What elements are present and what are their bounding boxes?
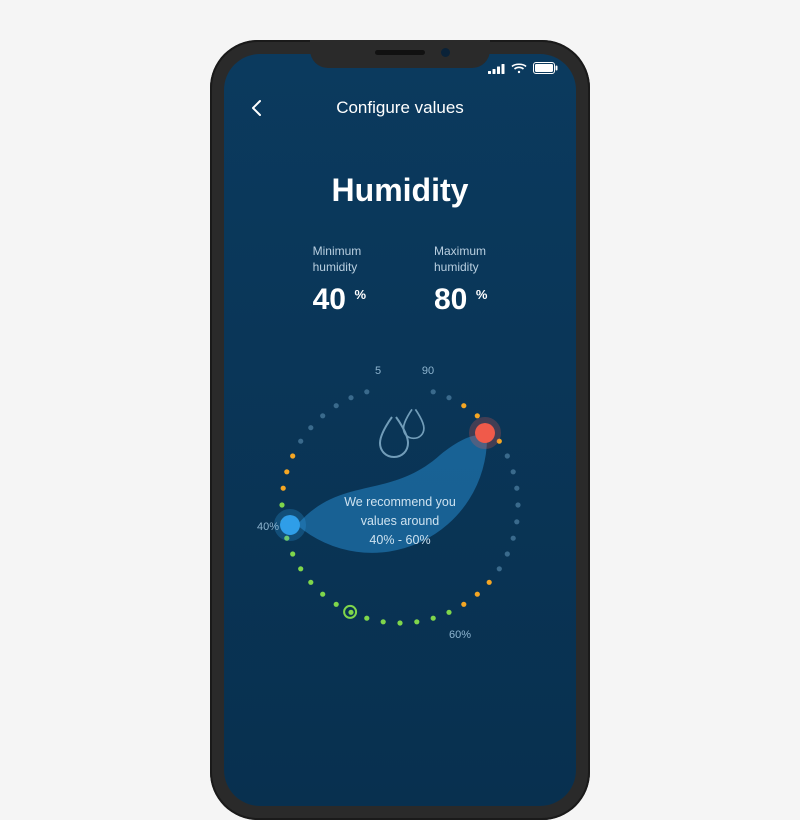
dial-dot: [284, 470, 289, 475]
dial-dot: [334, 602, 339, 607]
dial-dot: [334, 403, 339, 408]
status-bar: [488, 62, 558, 74]
dial-dot: [511, 536, 516, 541]
min-humidity-label: Minimum humidity: [313, 243, 366, 275]
dial-dot: [381, 620, 386, 625]
dial-dot: [511, 470, 516, 475]
dial-dot: [320, 592, 325, 597]
header-title: Configure values: [268, 98, 532, 118]
dial-dot: [505, 454, 510, 459]
max-humidity-block: Maximum humidity 80 %: [434, 243, 487, 317]
dial-dot: [298, 567, 303, 572]
signal-icon: [488, 63, 505, 74]
dial-dot: [348, 395, 353, 400]
dial-dot: [461, 602, 466, 607]
wifi-icon: [511, 63, 527, 74]
dial-dot: [364, 390, 369, 395]
humidity-dial[interactable]: 5 90 40% 60% We recommend you values aro…: [250, 345, 550, 645]
dial-dot: [514, 520, 519, 525]
max-handle[interactable]: [475, 423, 495, 443]
dial-dot: [281, 486, 286, 491]
dial-dot: [475, 592, 480, 597]
dial-dot: [446, 395, 451, 400]
phone-notch: [310, 40, 490, 68]
dial-dot: [397, 621, 402, 626]
dial-dot: [308, 580, 313, 585]
dial-dot: [497, 567, 502, 572]
dial-dot: [431, 616, 436, 621]
page-title: Humidity: [224, 172, 576, 209]
min-humidity-value: 40: [313, 283, 346, 317]
dial-dot: [320, 414, 325, 419]
max-humidity-label: Maximum humidity: [434, 243, 487, 275]
dial-dot: [364, 616, 369, 621]
recommend-line3: 40% - 60%: [310, 531, 490, 550]
recommend-line2: values around: [310, 512, 490, 531]
dial-tick-60: 60%: [449, 629, 471, 641]
min-handle[interactable]: [280, 515, 300, 535]
dial-dot: [290, 454, 295, 459]
dial-tick-40: 40%: [257, 521, 279, 533]
dial-dot: [515, 503, 520, 508]
dial-dot: [446, 610, 451, 615]
dial-dot: [461, 403, 466, 408]
dial-dot: [505, 552, 510, 557]
recommend-text: We recommend you values around 40% - 60%: [310, 493, 490, 549]
dial-tick-5: 5: [375, 365, 381, 377]
min-humidity-block: Minimum humidity 40 %: [313, 243, 366, 317]
phone-screen: Configure values Humidity Minimum humidi…: [224, 54, 576, 806]
dial-dot: [298, 439, 303, 444]
max-humidity-value: 80: [434, 283, 467, 317]
min-humidity-unit: %: [354, 287, 366, 302]
dial-dot: [290, 552, 295, 557]
dial-tick-90: 90: [422, 365, 434, 377]
dial-dot: [414, 620, 419, 625]
max-humidity-unit: %: [476, 287, 488, 302]
recommend-line1: We recommend you: [310, 493, 490, 512]
dial-dot: [475, 414, 480, 419]
phone-frame: Configure values Humidity Minimum humidi…: [210, 40, 590, 820]
dial-dot: [514, 486, 519, 491]
dial-dot: [308, 425, 313, 430]
dial-dot: [487, 580, 492, 585]
battery-icon: [533, 62, 558, 74]
dial-dot: [348, 610, 353, 615]
droplet-icon: [380, 410, 424, 458]
dial-dot: [279, 503, 284, 508]
back-button[interactable]: [244, 96, 268, 120]
value-row: Minimum humidity 40 % Maximum humidity 8…: [224, 243, 576, 317]
dial-dot: [431, 390, 436, 395]
